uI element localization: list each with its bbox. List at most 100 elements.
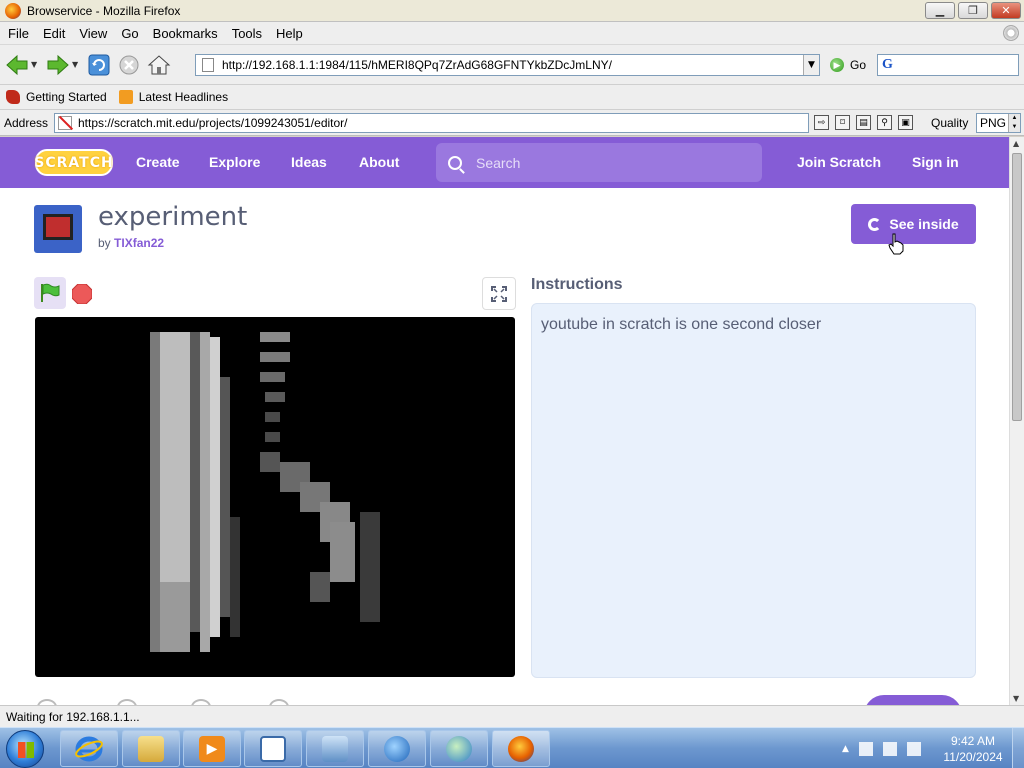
action-center-flag-icon[interactable] — [882, 742, 897, 756]
see-inside-button[interactable]: See inside — [851, 204, 976, 244]
project-byline: by TIXfan22 — [98, 236, 164, 250]
quality-value: PNG — [980, 116, 1007, 130]
menu-file[interactable]: File — [0, 26, 35, 41]
close-button[interactable]: ✕ — [991, 2, 1021, 19]
taskbar-ie[interactable] — [60, 730, 118, 767]
url-history-dropdown[interactable]: ▼ — [803, 55, 819, 75]
fullscreen-button[interactable] — [482, 277, 516, 310]
taskbar-control-panel[interactable] — [306, 730, 364, 767]
media-player-icon: ▶ — [199, 735, 225, 762]
green-flag-button[interactable] — [34, 277, 66, 309]
scrollbar-thumb[interactable] — [1012, 153, 1022, 421]
stop-sign-icon[interactable] — [72, 284, 92, 304]
search-icon — [448, 155, 462, 170]
show-desktop-button[interactable] — [1012, 728, 1024, 768]
menu-bookmarks[interactable]: Bookmarks — [145, 26, 224, 41]
folder-icon — [138, 735, 164, 762]
sign-in-link[interactable]: Sign in — [912, 154, 959, 170]
back-arrow-icon — [6, 54, 28, 75]
taskbar-notepad[interactable] — [244, 730, 302, 767]
bookmark-label: Getting Started — [26, 90, 107, 104]
maximize-button[interactable]: ❐ — [958, 2, 988, 19]
clock-time: 9:42 AM — [950, 734, 996, 748]
home-button[interactable] — [146, 52, 172, 78]
scratch-navbar: SCRATCH Create Explore Ideas About Searc… — [0, 137, 1009, 188]
insecure-connection-icon — [58, 116, 72, 130]
throbber-icon — [1003, 25, 1019, 41]
join-scratch-link[interactable]: Join Scratch — [797, 154, 881, 170]
scratch-logo[interactable]: SCRATCH — [34, 149, 113, 176]
document-icon — [260, 735, 286, 762]
volume-muted-icon[interactable] — [906, 742, 921, 756]
clock[interactable]: 9:42 AM 11/20/2024 — [940, 733, 1006, 765]
menu-view[interactable]: View — [71, 26, 113, 41]
url-text[interactable]: http://192.168.1.1:1984/115/hMERI8QPq7Zr… — [222, 58, 803, 72]
nav-ideas[interactable]: Ideas — [291, 154, 327, 170]
bookmark-getting-started[interactable]: Getting Started — [6, 90, 107, 104]
show-hidden-icons-icon[interactable]: ▲ — [842, 744, 849, 754]
bookmark-latest-headlines[interactable]: Latest Headlines — [118, 90, 229, 104]
forward-arrow-icon — [47, 54, 69, 75]
web-search-box[interactable]: G — [877, 54, 1019, 76]
home-icon — [147, 54, 171, 74]
page-icon — [202, 58, 214, 72]
bookmark-icon[interactable]: ⌑ — [835, 115, 850, 130]
search-placeholder: Search — [476, 154, 521, 171]
taskbar-network[interactable] — [368, 730, 426, 767]
network-tray-icon[interactable] — [858, 742, 873, 756]
menu-help[interactable]: Help — [268, 26, 309, 41]
back-history-dropdown[interactable]: ▼ — [31, 60, 41, 69]
taskbar-media-player[interactable]: ▶ — [183, 730, 241, 767]
back-button[interactable] — [4, 52, 30, 78]
rss-icon — [118, 90, 133, 104]
menu-tools[interactable]: Tools — [224, 26, 268, 41]
vertical-scrollbar[interactable]: ▲ ▼ — [1009, 137, 1024, 705]
taskbar-network-settings[interactable] — [430, 730, 488, 767]
author-link[interactable]: TIXfan22 — [114, 236, 164, 250]
find-icon[interactable]: ⚲ — [877, 115, 892, 130]
stop-load-button[interactable] — [116, 52, 142, 78]
menu-bar: File Edit View Go Bookmarks Tools Help — [0, 22, 1024, 45]
bookmarks-toolbar: Getting Started Latest Headlines — [0, 85, 1024, 110]
scratch-search-input[interactable]: Search — [436, 143, 762, 182]
url-bar[interactable]: http://192.168.1.1:1984/115/hMERI8QPq7Zr… — [195, 54, 820, 76]
taskbar-explorer[interactable] — [122, 730, 180, 767]
start-button[interactable] — [6, 730, 44, 768]
stop-load-icon — [119, 55, 139, 74]
menu-go[interactable]: Go — [113, 26, 144, 41]
quality-select[interactable]: PNG ▲ ▼ — [976, 113, 1021, 133]
address-input[interactable]: https://scratch.mit.edu/projects/1099243… — [54, 113, 809, 133]
project-avatar[interactable] — [34, 205, 82, 253]
by-label: by — [98, 236, 111, 250]
forward-button[interactable] — [45, 52, 71, 78]
taskbar-firefox[interactable] — [492, 730, 550, 767]
go-button[interactable]: ▶ Go — [830, 58, 866, 72]
window-title: Browservice - Mozilla Firefox — [27, 3, 181, 18]
forward-history-dropdown[interactable]: ▼ — [72, 60, 82, 69]
web-viewport[interactable]: SCRATCH Create Explore Ideas About Searc… — [0, 137, 1009, 705]
navigate-arrow-icon[interactable]: ⇨ — [814, 115, 829, 130]
internet-explorer-icon — [75, 736, 103, 761]
save-page-icon[interactable]: ▤ — [856, 115, 871, 130]
nav-create[interactable]: Create — [136, 154, 180, 170]
google-search-icon[interactable]: G — [882, 57, 893, 73]
nav-explore[interactable]: Explore — [209, 154, 260, 170]
bookmark-label: Latest Headlines — [138, 90, 229, 104]
stage-video-frame — [150, 332, 380, 652]
firefox-icon — [5, 2, 21, 19]
address-label: Address — [4, 115, 49, 130]
scroll-up-arrow[interactable]: ▲ — [1013, 139, 1019, 148]
minimize-button[interactable]: ▁ — [925, 2, 955, 19]
reload-button[interactable] — [86, 52, 112, 78]
see-inside-label: See inside — [889, 216, 959, 232]
menu-edit[interactable]: Edit — [35, 26, 71, 41]
quality-spinner[interactable]: ▲ ▼ — [1008, 114, 1020, 132]
address-url[interactable]: https://scratch.mit.edu/projects/1099243… — [78, 116, 348, 130]
nav-about[interactable]: About — [359, 154, 399, 170]
copy-link-button[interactable] — [864, 695, 962, 705]
clipboard-icon[interactable]: ▣ — [898, 115, 913, 130]
status-bar: Waiting for 192.168.1.1... — [0, 705, 1024, 727]
window-controls: ▁ ❐ ✕ — [925, 2, 1021, 19]
scroll-down-arrow[interactable]: ▼ — [1013, 694, 1019, 703]
project-stage[interactable] — [35, 317, 515, 677]
